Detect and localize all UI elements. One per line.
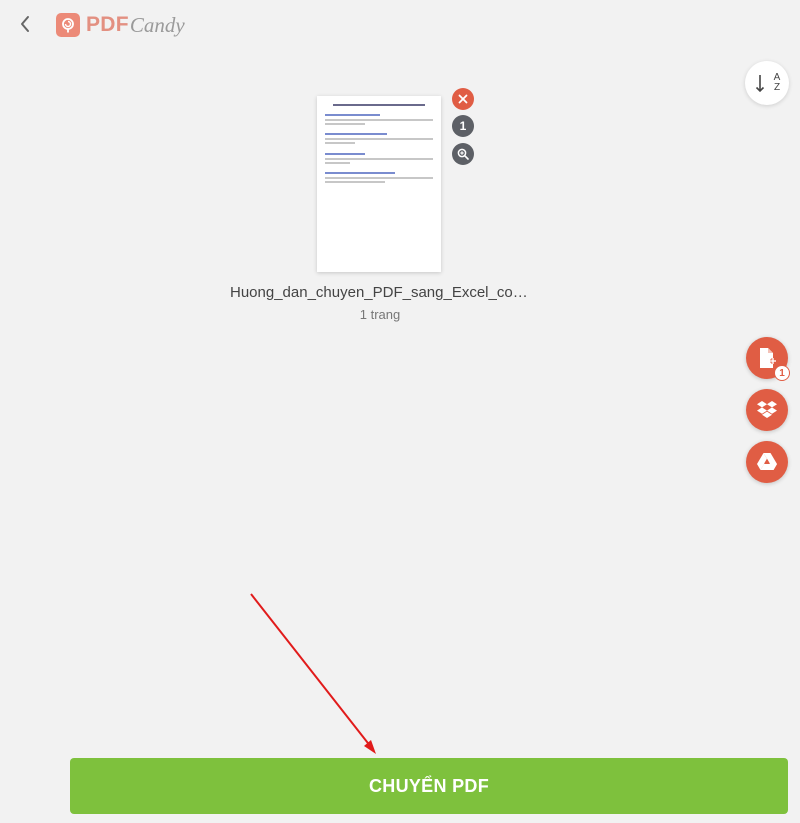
convert-pdf-button[interactable]: CHUYỂN PDF <box>70 758 788 814</box>
dropbox-icon <box>757 401 777 418</box>
page-number-badge[interactable]: 1 <box>452 115 474 137</box>
add-file-icon <box>760 348 776 368</box>
logo-text-pdf: PDF <box>86 13 129 36</box>
file-name: Huong_dan_chuyen_PDF_sang_Excel_compr... <box>230 284 530 301</box>
zoom-preview-button[interactable] <box>452 143 474 165</box>
sort-label-z: Z <box>773 82 781 93</box>
remove-file-button[interactable] <box>452 88 474 110</box>
back-chevron-icon <box>21 16 29 32</box>
dropbox-button[interactable] <box>746 389 788 431</box>
close-icon <box>458 94 468 104</box>
google-drive-button[interactable] <box>746 441 788 483</box>
pdfcandy-logo[interactable]: PDF Candy <box>56 10 185 40</box>
file-count-badge: 1 <box>774 365 790 381</box>
pdfcandy-logo-icon <box>56 13 80 37</box>
back-button[interactable] <box>14 12 36 36</box>
logo-text-candy: Candy <box>129 12 185 37</box>
sort-az-button[interactable]: A Z <box>745 61 789 105</box>
file-page-count: 1 trang <box>359 307 401 322</box>
google-drive-icon <box>757 453 777 470</box>
zoom-in-icon <box>457 148 469 160</box>
add-file-button[interactable]: 1 <box>746 337 790 381</box>
document-thumbnail[interactable] <box>317 96 441 272</box>
